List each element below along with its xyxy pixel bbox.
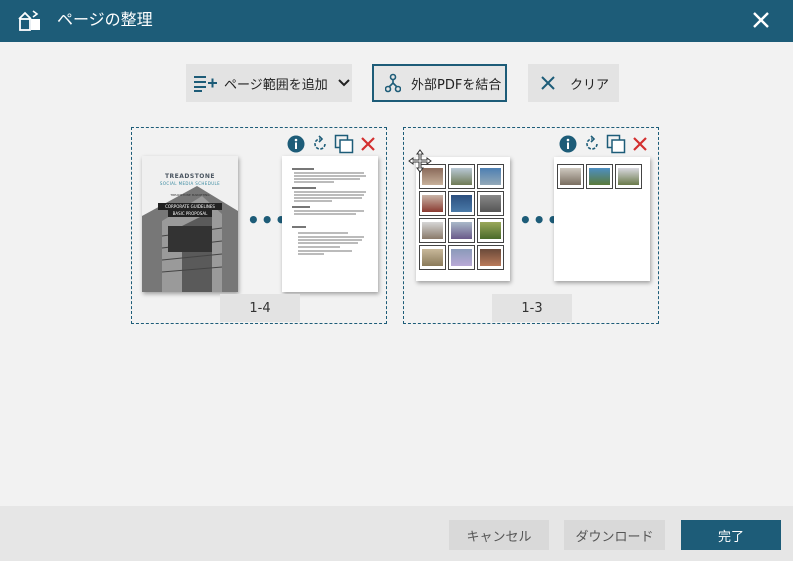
- info-icon[interactable]: [558, 134, 578, 154]
- group-2-tools: [558, 133, 650, 155]
- close-icon[interactable]: [749, 8, 773, 32]
- clear-button[interactable]: クリア: [528, 64, 619, 102]
- clear-x-icon: [541, 76, 555, 90]
- delete-icon[interactable]: [358, 134, 378, 154]
- page-range-group-2[interactable]: ••• 1-3: [403, 127, 659, 324]
- cover-tagline: TREADSTONE MARKETING: [170, 193, 210, 197]
- rotate-icon[interactable]: [582, 134, 602, 154]
- rotate-icon[interactable]: [310, 134, 330, 154]
- cover-heading-2: BASIC PROPOSAL: [168, 210, 212, 217]
- cancel-button[interactable]: キャンセル: [449, 520, 549, 550]
- window-title: ページの整理: [57, 10, 153, 29]
- group-1-tools: [286, 133, 378, 155]
- photo-grid: [420, 165, 503, 269]
- page-thumbnail-cover[interactable]: TREADSTONE SOCIAL MEDIA SCHEDULE TREADST…: [142, 156, 238, 292]
- duplicate-icon[interactable]: [606, 134, 626, 154]
- add-page-range-label: ページ範囲を追加: [224, 77, 328, 93]
- merge-icon: [385, 73, 401, 93]
- duplicate-icon[interactable]: [334, 134, 354, 154]
- info-icon[interactable]: [286, 134, 306, 154]
- cover-title: TREADSTONE: [164, 173, 216, 180]
- page-thumbnail-photo-grid[interactable]: [416, 157, 510, 281]
- move-cursor-icon: [408, 149, 432, 173]
- page-range-label-2: 1-3: [492, 294, 572, 322]
- page-range-label-1: 1-4: [220, 294, 300, 322]
- page-range-group-1[interactable]: TREADSTONE SOCIAL MEDIA SCHEDULE TREADST…: [131, 127, 387, 324]
- title-bar: ページの整理: [0, 0, 793, 42]
- cover-subtitle: SOCIAL MEDIA SCHEDULE: [159, 181, 221, 186]
- clear-label: クリア: [570, 77, 610, 93]
- merge-external-pdf-label: 外部PDFを結合: [411, 77, 502, 93]
- download-button[interactable]: ダウンロード: [564, 520, 665, 550]
- delete-icon[interactable]: [630, 134, 650, 154]
- list-add-icon: [194, 76, 217, 92]
- chevron-down-icon: [338, 79, 350, 87]
- photo-row: [558, 165, 641, 188]
- merge-external-pdf-button[interactable]: 外部PDFを結合: [372, 64, 507, 102]
- footer-bar: [0, 506, 793, 561]
- add-page-range-button[interactable]: ページ範囲を追加: [186, 64, 352, 102]
- page-thumbnail-text[interactable]: [282, 156, 378, 292]
- cover-heading-1: CORPORATE GUIDELINES: [158, 203, 222, 210]
- done-button[interactable]: 完了: [681, 520, 781, 550]
- page-thumbnail-photo-row[interactable]: [554, 157, 650, 281]
- organize-pages-icon: [18, 10, 40, 31]
